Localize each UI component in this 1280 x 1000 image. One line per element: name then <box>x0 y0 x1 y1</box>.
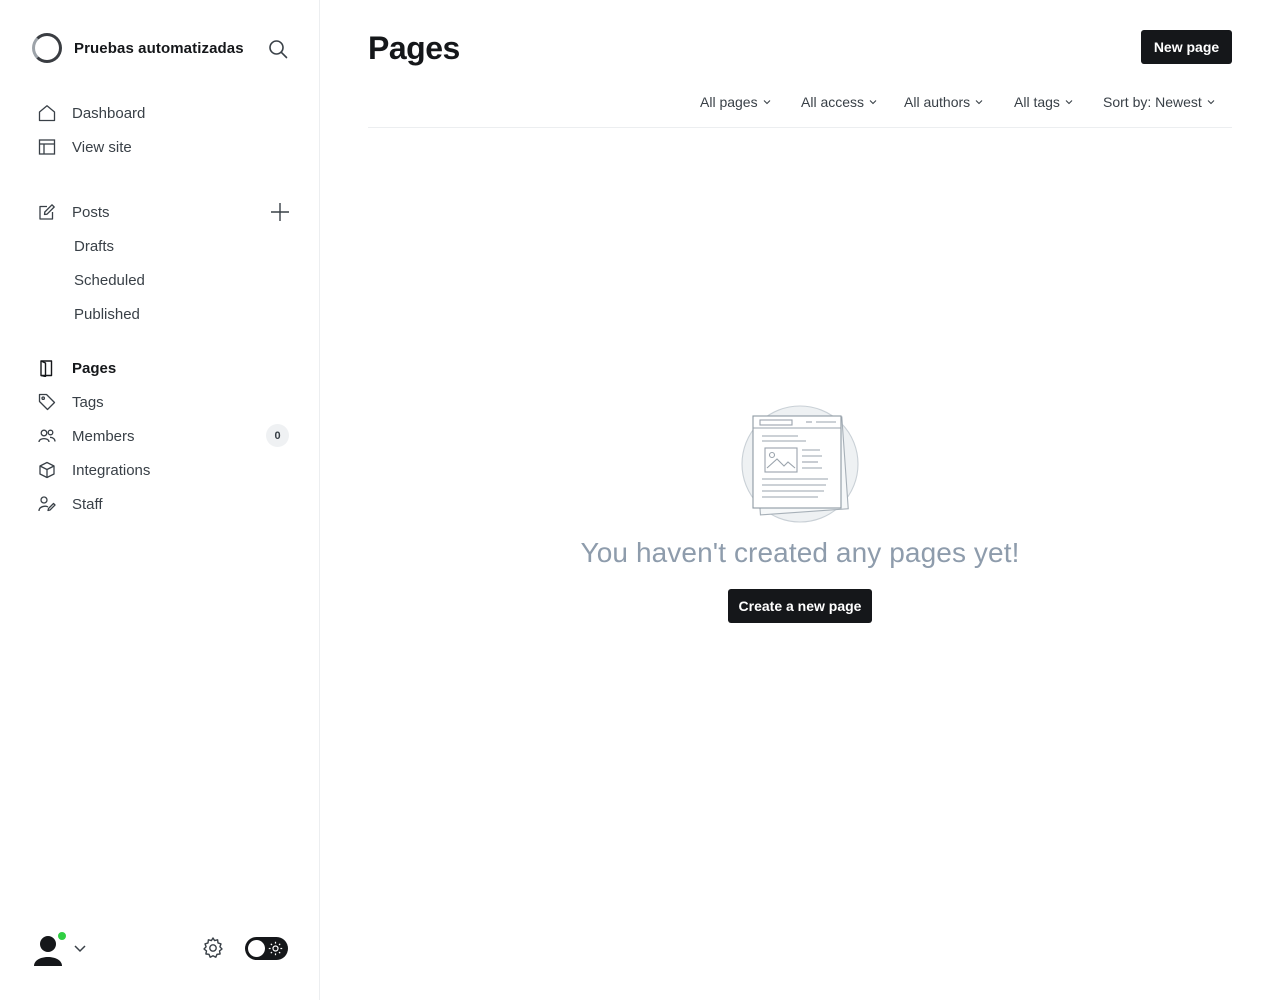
chevron-down-icon <box>975 100 983 105</box>
filter-label: All pages <box>700 94 758 110</box>
home-icon <box>38 104 56 122</box>
secondary-nav: Pages Tags Members 0 Integrations Staff <box>0 351 320 521</box>
sidebar-item-label: Integrations <box>72 461 151 479</box>
new-page-button[interactable]: New page <box>1141 30 1232 64</box>
toggle-knob <box>248 940 265 957</box>
empty-state-message: You haven't created any pages yet! <box>580 537 1020 568</box>
sidebar-item-staff[interactable]: Staff <box>0 487 320 521</box>
chevron-down-icon <box>763 100 770 105</box>
sidebar-subitem-published[interactable]: Published <box>0 297 320 331</box>
tag-icon <box>38 393 56 411</box>
box-icon <box>38 461 56 479</box>
chevron-down-icon <box>1065 100 1073 105</box>
online-status-dot <box>57 931 67 941</box>
user-menu-button[interactable] <box>32 928 67 968</box>
sidebar-footer <box>32 928 290 968</box>
primary-nav: Dashboard View site <box>0 96 320 164</box>
staff-icon <box>38 495 56 513</box>
sidebar-item-integrations[interactable]: Integrations <box>0 453 320 487</box>
filter-label: Sort by: Newest <box>1103 94 1202 110</box>
gear-icon <box>203 937 223 958</box>
sidebar-item-label: Tags <box>72 393 104 411</box>
sidebar-item-label: Dashboard <box>72 104 146 122</box>
chevron-down-icon[interactable] <box>72 940 88 956</box>
chevron-down-icon <box>1207 100 1215 105</box>
sidebar-item-tags[interactable]: Tags <box>0 385 320 419</box>
sun-icon <box>268 941 283 956</box>
filter-tags-dropdown[interactable]: All tags <box>1014 94 1073 110</box>
sidebar-item-dashboard[interactable]: Dashboard <box>0 96 320 130</box>
sidebar-item-posts[interactable]: Posts <box>0 195 320 229</box>
page-icon <box>38 359 56 377</box>
sidebar-subitem-drafts[interactable]: Drafts <box>0 229 320 263</box>
sidebar-item-label: Pages <box>72 359 117 377</box>
sidebar-item-label: View site <box>72 138 132 156</box>
theme-toggle[interactable] <box>245 937 288 960</box>
edit-icon <box>38 203 56 221</box>
site-logo <box>32 33 62 63</box>
sidebar: Pruebas automatizadas Dashboard View sit… <box>0 0 320 1000</box>
chevron-down-icon <box>869 100 877 105</box>
sort-dropdown[interactable]: Sort by: Newest <box>1103 94 1215 110</box>
search-button[interactable] <box>266 37 290 61</box>
main-content: Pages New page All pages All access All … <box>320 0 1280 1000</box>
sidebar-item-label: Posts <box>72 203 110 221</box>
site-brand[interactable]: Pruebas automatizadas <box>32 32 244 64</box>
create-page-button[interactable]: Create a new page <box>728 589 872 623</box>
add-post-button[interactable] <box>268 200 292 224</box>
sidebar-item-pages[interactable]: Pages <box>0 351 320 385</box>
sidebar-item-label: Staff <box>72 495 103 513</box>
filter-access-dropdown[interactable]: All access <box>801 94 877 110</box>
sidebar-item-members[interactable]: Members 0 <box>0 419 320 453</box>
filter-label: All authors <box>904 94 971 110</box>
page-title: Pages <box>368 30 460 66</box>
filter-authors-dropdown[interactable]: All authors <box>904 94 983 110</box>
empty-pages-illustration-icon <box>741 405 859 523</box>
sidebar-item-label: Members <box>72 427 135 445</box>
filter-type-dropdown[interactable]: All pages <box>700 94 771 110</box>
members-icon <box>38 427 56 445</box>
plus-icon <box>271 203 289 221</box>
settings-button[interactable] <box>201 936 225 960</box>
sidebar-subitem-scheduled[interactable]: Scheduled <box>0 263 320 297</box>
sidebar-item-view-site[interactable]: View site <box>0 130 320 164</box>
posts-nav: Posts Drafts Scheduled Published <box>0 195 320 331</box>
filter-label: All access <box>801 94 865 110</box>
layout-icon <box>38 138 56 156</box>
search-icon <box>269 40 288 59</box>
members-count-badge: 0 <box>266 424 289 447</box>
filter-label: All tags <box>1014 94 1060 110</box>
site-name: Pruebas automatizadas <box>74 39 244 57</box>
filter-bar: All pages All access All authors All tag… <box>368 90 1232 128</box>
